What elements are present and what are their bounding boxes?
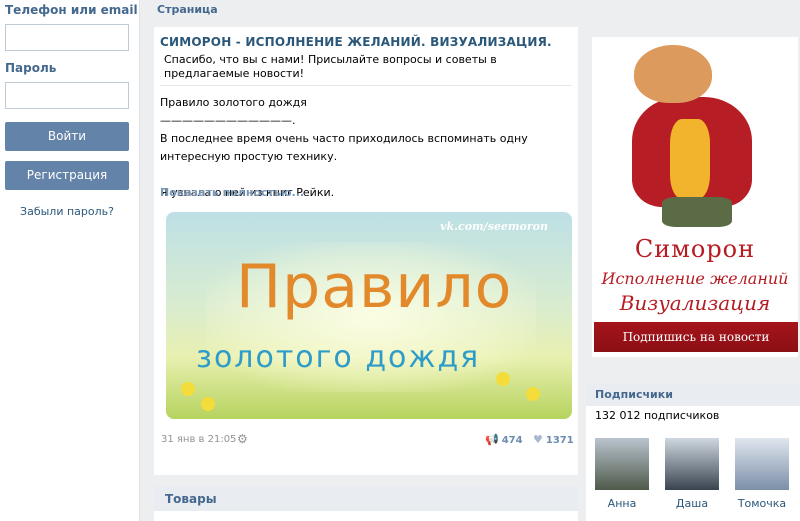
goods-block: Товары	[154, 486, 578, 521]
gear-icon[interactable]: ⚙	[237, 432, 248, 446]
subscriber-item[interactable]: Даша	[665, 438, 719, 513]
login-panel: Телефон или email Пароль Войти Регистрац…	[0, 0, 140, 521]
right-column: Симорон Исполнение желаний Визуализация …	[586, 37, 800, 521]
community-description: Спасибо, что вы с нами! Присылайте вопро…	[164, 53, 497, 80]
avatar	[735, 438, 789, 490]
community-title: СИМОРОН - ИСПОЛНЕНИЕ ЖЕЛАНИЙ. ВИЗУАЛИЗАЦ…	[160, 35, 552, 49]
flower-decoration	[496, 372, 510, 386]
show-more-link[interactable]: Показать полностью...	[160, 186, 578, 206]
subscriber-name: Даша	[675, 497, 709, 510]
register-button[interactable]: Регистрация	[5, 161, 129, 190]
character-head	[634, 45, 712, 103]
forgot-password-link[interactable]: Забыли пароль?	[5, 205, 129, 218]
flower-decoration	[181, 382, 195, 396]
phone-input[interactable]	[5, 24, 129, 51]
avatar	[665, 438, 719, 490]
page-header-label: Страница	[148, 0, 583, 22]
login-button[interactable]: Войти	[5, 122, 129, 151]
heart-icon: ♥	[533, 433, 543, 446]
character-vest	[670, 119, 710, 199]
subscriber-name: Томочка	[737, 497, 787, 510]
image-url-text: vk.com/seemoron	[440, 220, 548, 233]
goods-title[interactable]: Товары	[154, 486, 578, 511]
password-label: Пароль	[5, 61, 57, 75]
flower-decoration	[526, 387, 540, 401]
main-column: Страница СИМОРОН - ИСПОЛНЕНИЕ ЖЕЛАНИЙ. В…	[148, 0, 583, 521]
password-input[interactable]	[5, 82, 129, 109]
character-legs	[662, 197, 732, 227]
wall-post: СИМОРОН - ИСПОЛНЕНИЕ ЖЕЛАНИЙ. ВИЗУАЛИЗАЦ…	[154, 27, 578, 475]
subscribers-block: Подписчики 132 012 подписчиков Анна Даша…	[586, 383, 800, 521]
cover-subtitle-2: Визуализация	[619, 291, 771, 315]
flower-decoration	[201, 397, 215, 411]
avatar	[595, 438, 649, 490]
like-count: 1371	[545, 435, 574, 446]
subscriber-name: Анна	[607, 497, 637, 510]
image-title-line2: золотого дождя	[196, 340, 481, 375]
megaphone-icon: 📢	[485, 433, 499, 446]
phone-label: Телефон или email	[5, 3, 138, 17]
post-date[interactable]: 31 янв в 21:05	[161, 434, 236, 445]
repost-button[interactable]: 📢 474	[485, 433, 523, 446]
post-meta: 31 янв в 21:05 ⚙ 📢 474 ♥ 1371	[160, 427, 578, 449]
community-cover[interactable]: Симорон Исполнение желаний Визуализация …	[592, 37, 798, 357]
subscribers-list: Анна Даша Томочка	[586, 438, 800, 518]
cover-title: Симорон	[634, 235, 756, 263]
like-button[interactable]: ♥ 1371	[533, 433, 574, 446]
post-text: Правило золотого дождя ————————————. В п…	[160, 96, 528, 199]
post-image[interactable]: vk.com/seemoron Правило золотого дождя	[166, 212, 572, 419]
subscriber-item[interactable]: Томочка	[735, 438, 789, 513]
subscribers-title[interactable]: Подписчики	[586, 383, 800, 406]
subscriber-item[interactable]: Анна	[595, 438, 649, 513]
image-title-line1: Правило	[236, 252, 513, 322]
cover-subtitle: Исполнение желаний	[601, 269, 789, 288]
subscribe-ribbon[interactable]: Подпишись на новости	[594, 322, 798, 352]
subscribers-count: 132 012 подписчиков	[595, 409, 720, 422]
repost-count: 474	[501, 435, 523, 446]
